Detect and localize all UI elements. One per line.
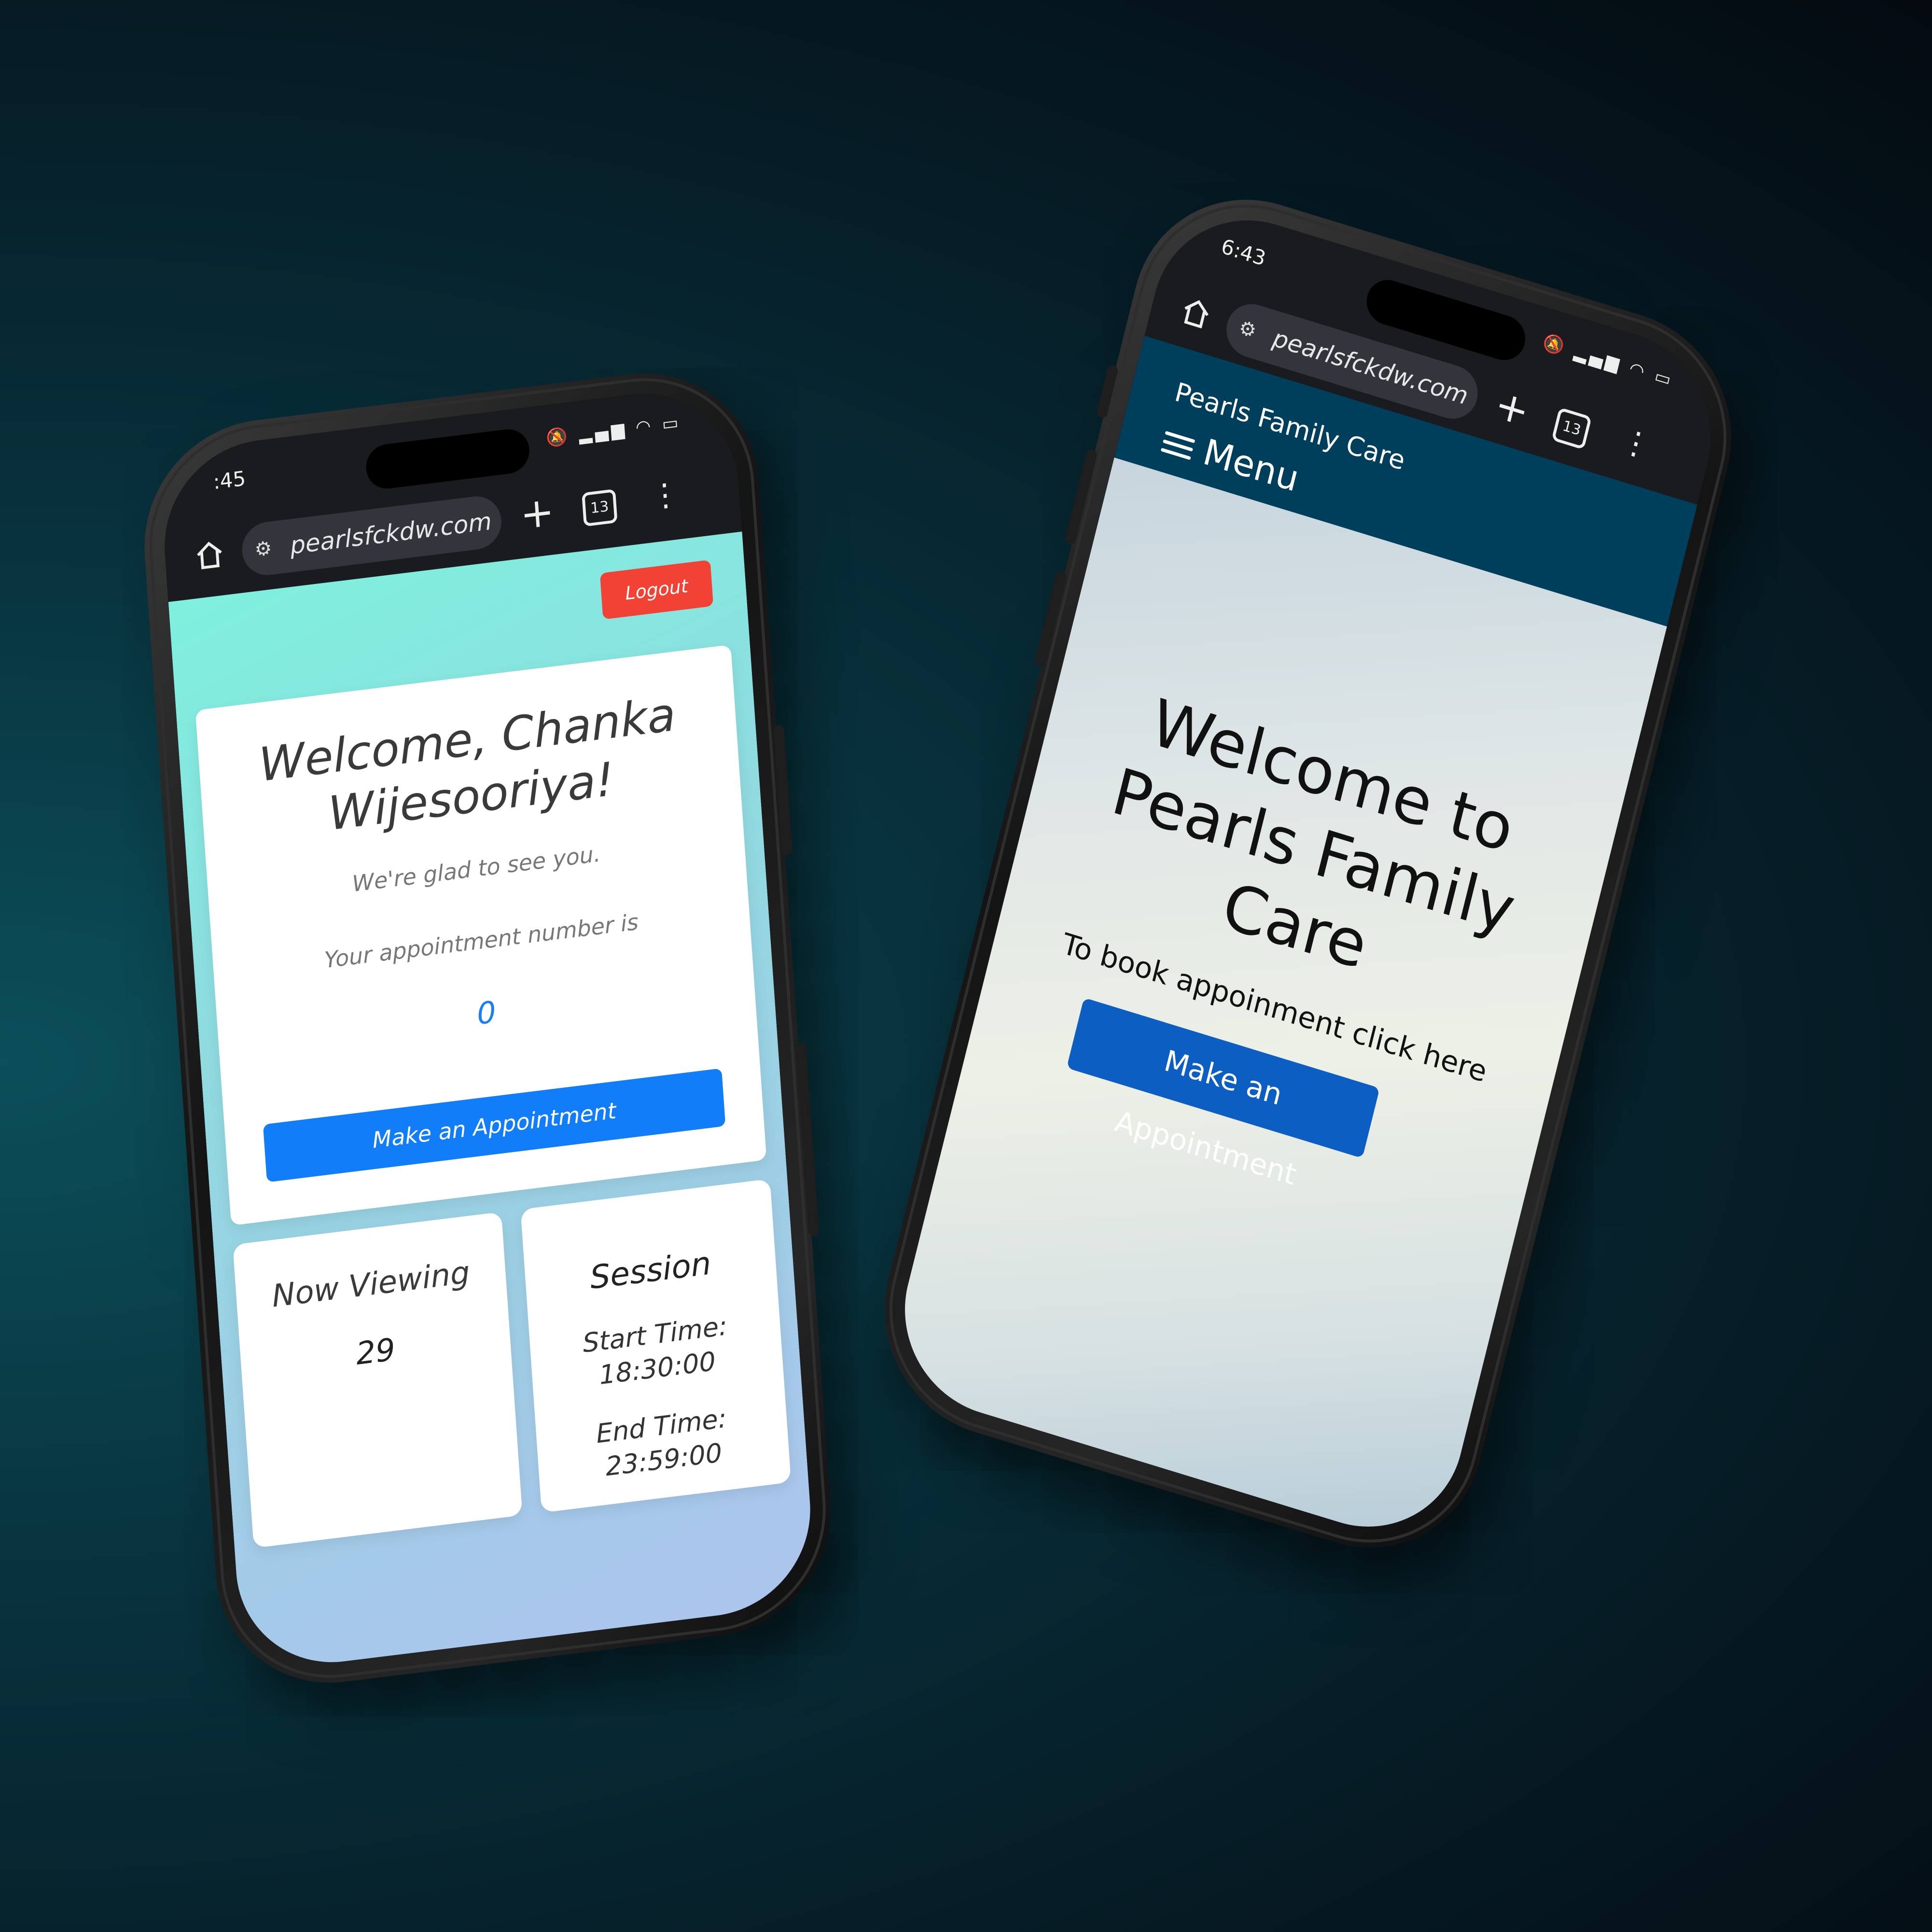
now-viewing-value: 29	[355, 1332, 397, 1373]
status-time: :45	[212, 466, 247, 494]
screen: :45 🔕 ▂▄▆ ◠ ▭ ⚙ pearlsfckdw.com + 13 ⋮ L…	[158, 382, 817, 1674]
welcome-heading: Welcome, Chanka Wijesooriya!	[197, 679, 741, 858]
tab-switcher-button[interactable]: 13	[1551, 407, 1592, 450]
session-card: Session Start Time: 18:30:00 End Time: 2…	[520, 1179, 792, 1513]
home-icon[interactable]	[193, 538, 226, 572]
more-menu-icon[interactable]: ⋮	[1616, 420, 1655, 467]
site-settings-icon[interactable]: ⚙	[1233, 301, 1262, 358]
dashboard-page: Logout Welcome, Chanka Wijesooriya! We'r…	[168, 531, 817, 1674]
phone-right: 6:43 🔕 ▂▄▆ ◠ ▭ ⚙ pearlsfckdw.com + 13 ⋮ …	[859, 169, 1757, 1578]
hero-title: Welcome to Pearls Family Care	[1009, 654, 1618, 1048]
tab-switcher-button[interactable]: 13	[582, 488, 618, 527]
now-viewing-card: Now Viewing 29	[233, 1211, 523, 1548]
hero-section: Welcome to Pearls Family Care To book ap…	[883, 457, 1667, 1552]
new-tab-button[interactable]: +	[519, 487, 556, 539]
home-icon[interactable]	[1178, 293, 1215, 333]
session-label: Session	[589, 1244, 712, 1297]
welcome-card: Welcome, Chanka Wijesooriya! We're glad …	[195, 644, 767, 1226]
more-menu-icon[interactable]: ⋮	[648, 474, 682, 517]
url-text: pearlsfckdw.com	[289, 507, 493, 560]
new-tab-button[interactable]: +	[1490, 379, 1534, 436]
logout-button[interactable]: Logout	[599, 559, 714, 620]
phone-left: :45 🔕 ▂▄▆ ◠ ▭ ⚙ pearlsfckdw.com + 13 ⋮ L…	[136, 360, 839, 1696]
now-viewing-label: Now Viewing	[271, 1254, 471, 1315]
site-settings-icon[interactable]: ⚙	[253, 522, 274, 577]
status-time: 6:43	[1219, 234, 1268, 271]
status-icons: 🔕 ▂▄▆ ◠ ▭	[545, 412, 682, 449]
appointment-number: 0	[475, 994, 497, 1032]
screen: 6:43 🔕 ▂▄▆ ◠ ▭ ⚙ pearlsfckdw.com + 13 ⋮ …	[883, 195, 1733, 1552]
hamburger-icon	[1159, 426, 1196, 465]
make-appointment-button[interactable]: Make an Appointment	[263, 1068, 726, 1182]
